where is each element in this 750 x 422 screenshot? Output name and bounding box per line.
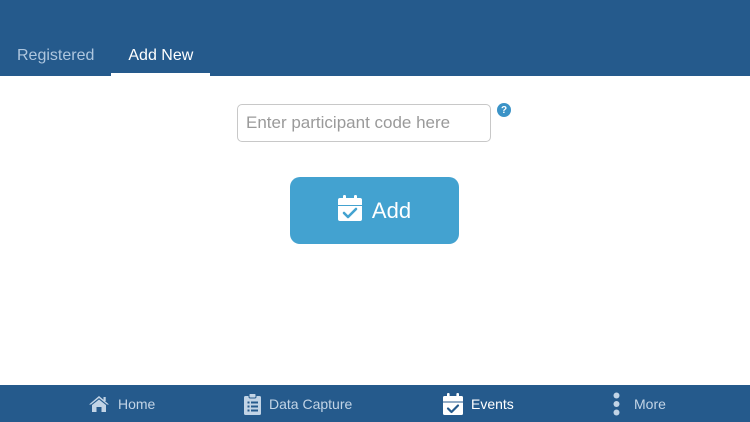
tab-add-new-label: Add New [128,47,194,64]
help-icon[interactable]: ? [497,103,511,117]
tab-registered-label: Registered [17,47,95,64]
tab-add-new[interactable]: Add New [111,36,211,76]
clipboard-list-icon [244,392,261,415]
nav-item-data-capture-label: Data Capture [269,395,353,412]
tab-bar: Registered Add New [0,36,211,76]
nav-item-more-label: More [634,395,666,412]
calendar-check-icon [337,195,362,226]
add-button-label: Add [371,197,412,223]
nav-item-home-label: Home [118,395,156,412]
calendar-check-icon [443,392,463,415]
nav-item-home[interactable]: Home [88,385,155,422]
home-icon [88,395,110,413]
nav-item-data-capture[interactable]: Data Capture [244,385,352,422]
tab-registered[interactable]: Registered [0,36,111,76]
nav-item-events-label: Events [471,395,514,412]
help-icon-glyph: ? [500,104,508,116]
nav-item-events[interactable]: Events [443,385,514,422]
add-button[interactable]: Add [290,177,459,244]
more-vertical-icon [607,392,626,416]
header-bar: Registered Add New [0,0,750,76]
nav-item-more[interactable]: More [607,385,666,422]
bottom-nav: Home Data Capture Events More [0,385,750,422]
participant-code-input[interactable] [237,104,491,142]
app-screen: Registered Add New ? Add [0,0,750,422]
